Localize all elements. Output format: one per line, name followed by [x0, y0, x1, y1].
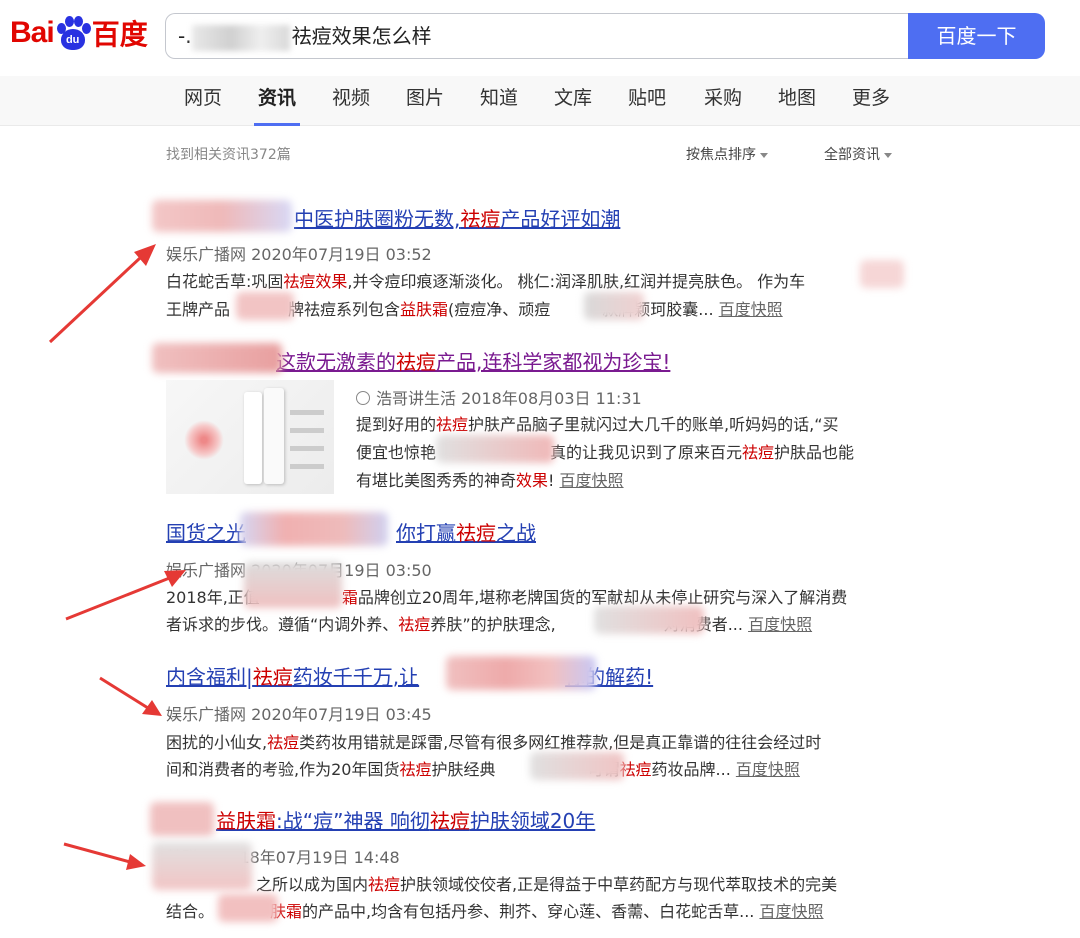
blurred-redaction	[218, 894, 278, 922]
search-prefix: -.	[178, 24, 192, 48]
result-snippet: 有堪比美图秀秀的神奇效果! 百度快照	[356, 471, 624, 490]
result-snippet: 提到好用的祛痘护肤产品脑子里就闪过大几千的账单,听妈妈的话,“买	[356, 415, 839, 434]
result-count: 找到相关资讯372篇	[166, 147, 291, 163]
result-snippet: 便宜也惊艳 真的让我见识到了原来百元祛痘护肤品也能	[356, 443, 855, 462]
result-source: 浩哥讲生活 2018年08月03日 11:31	[356, 385, 642, 409]
result-snippet: 白花蛇舌草:巩固祛痘效果,并令痘印痕逐渐淡化。 桃仁:润泽肌肤,红润并提亮肤色。…	[166, 272, 806, 291]
blurred-redaction	[530, 752, 624, 780]
tab-tieba[interactable]: 贴吧	[628, 76, 666, 126]
blurred-redaction	[240, 512, 388, 546]
result-thumbnail[interactable]	[166, 380, 334, 494]
header: Bai du 百度 -. 祛痘效果怎么样 百度一下	[0, 0, 1080, 76]
tab-caigou[interactable]: 采购	[704, 76, 742, 126]
tab-video[interactable]: 视频	[332, 76, 370, 126]
source-avatar-icon	[356, 391, 370, 405]
snapshot-link[interactable]: 百度快照	[759, 902, 823, 921]
search-value: 祛痘效果怎么样	[291, 24, 432, 48]
tab-bar: 网页 资讯 视频 图片 知道 文库 贴吧 采购 地图 更多	[0, 76, 1080, 126]
blurred-redaction	[236, 292, 294, 320]
result-title[interactable]: 益肤霜:战“痘”神器 响彻祛痘护肤领域20年	[166, 805, 595, 834]
logo-du-text: du	[60, 29, 85, 50]
logo-bai-text: Bai	[10, 16, 55, 49]
search-button[interactable]: 百度一下	[908, 13, 1045, 59]
result-source: 娱乐广播网 2020年07月19日 03:52	[166, 245, 432, 264]
tab-zhidao[interactable]: 知道	[480, 76, 518, 126]
tab-news[interactable]: 资讯	[253, 76, 301, 126]
blurred-redaction	[860, 260, 904, 288]
blurred-redaction	[436, 435, 554, 463]
annotation-arrow-icon	[99, 676, 162, 716]
tab-web[interactable]: 网页	[184, 76, 222, 126]
tab-more[interactable]: 更多	[852, 76, 890, 126]
sort-dropdown[interactable]: 按焦点排序	[686, 144, 768, 164]
blurred-redaction	[150, 802, 214, 836]
tab-map[interactable]: 地图	[778, 76, 816, 126]
tab-wenku[interactable]: 文库	[554, 76, 592, 126]
blurred-redaction	[446, 656, 596, 690]
annotation-arrow-icon	[63, 842, 146, 870]
sort-label: 按焦点排序	[686, 147, 756, 163]
snapshot-link[interactable]: 百度快照	[560, 471, 624, 490]
filter-dropdown[interactable]: 全部资讯	[824, 144, 892, 164]
result-snippet: 间和消费者的考验,作为20年国货祛痘护肤经典可谓祛痘药妆品牌... 百度快照	[166, 760, 800, 779]
annotation-arrow-icon	[48, 244, 156, 344]
result-snippet: 困扰的小仙女,祛痘类药妆用错就是踩雷,尽管有很多网红推荐款,但是真正靠谱的往往会…	[166, 733, 822, 752]
baidu-logo[interactable]: Bai du 百度	[10, 8, 148, 58]
blurred-redaction	[244, 562, 342, 608]
snapshot-link[interactable]: 百度快照	[719, 300, 783, 319]
paw-icon: du	[55, 15, 91, 51]
blurred-redaction	[152, 343, 282, 373]
snapshot-link[interactable]: 百度快照	[736, 760, 800, 779]
caret-down-icon	[884, 152, 892, 158]
annotation-arrow-icon	[65, 570, 186, 621]
filter-label: 全部资讯	[824, 147, 880, 163]
caret-down-icon	[760, 152, 768, 158]
tab-images[interactable]: 图片	[406, 76, 444, 126]
blurred-redaction	[152, 200, 292, 232]
result-source: 娱乐广播网 2020年07月19日 03:45	[166, 705, 432, 724]
snapshot-link[interactable]: 百度快照	[748, 615, 812, 634]
result-snippet: 者诉求的步伐。遵循“内调外养、祛痘养肤”的护肤理念, 对消费者... 百度快照	[166, 615, 813, 634]
logo-cn-text: 百度	[91, 18, 148, 51]
result-snippet: 之所以成为国内祛痘护肤领域佼佼者,正是得益于中草药配方与现代萃取技术的完美	[256, 875, 838, 894]
blurred-redaction	[584, 292, 644, 320]
search-input[interactable]: -. 祛痘效果怎么样	[165, 13, 910, 59]
blurred-redaction	[152, 842, 252, 890]
blurred-redaction	[594, 606, 704, 634]
blurred-redaction	[191, 24, 290, 51]
